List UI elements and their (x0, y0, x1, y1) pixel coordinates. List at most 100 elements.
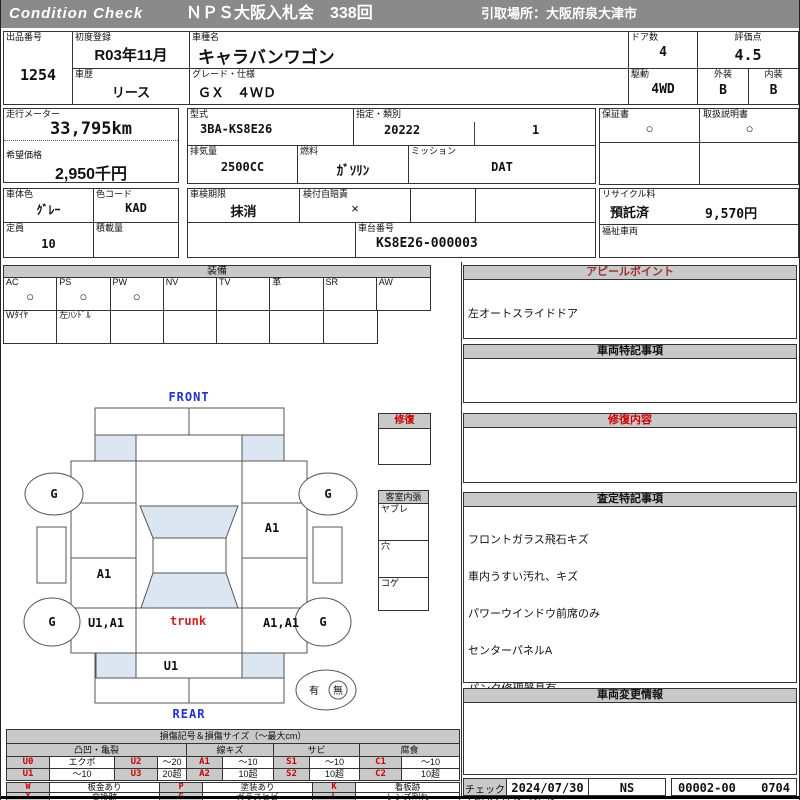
rear-label: REAR (173, 707, 206, 721)
score-value: 4.5 (734, 46, 762, 64)
equipment-header-row: AC ○ PS ○ PW ○ NV TV 革 SR AW (3, 277, 431, 311)
divider (474, 122, 475, 145)
bottom-frame-line (1, 796, 799, 799)
body-color-cell: 車体色 ｸﾞﾚｰ (3, 188, 94, 223)
equipment-cell (164, 310, 218, 343)
cabin-lining-cell: 穴 (379, 541, 428, 578)
vin-label: 車台番号 (358, 223, 395, 233)
check-date-cell: 2024/07/30 (506, 778, 589, 796)
left-taillight (95, 652, 137, 679)
drive-cell: 駆動 4WD (628, 68, 698, 105)
equipment-cell: PS ○ (57, 277, 111, 310)
legend-code: U0 (6, 756, 50, 769)
inspection-vin-block: 車検期限 抹消 検付自賠責 × 車台番号 KS8E26-000003 (187, 188, 596, 258)
legend-code: S2 (273, 768, 310, 781)
legend-code: C2 (359, 768, 402, 781)
transmission-label: ミッション (411, 146, 457, 156)
type-code-label: 型式 (190, 109, 209, 119)
legend-code: P (159, 782, 203, 793)
equipment-cell: Wﾀｲﾔ (4, 310, 58, 343)
equipment-cell (270, 310, 324, 343)
legend-title: 損傷記号＆損傷サイズ（～最大cm） (5, 729, 461, 744)
score-cell: 評価点 4.5 (697, 31, 799, 69)
legend-code: C1 (359, 756, 402, 769)
legend-text: エクボ (49, 756, 115, 769)
insurance-value: × (351, 201, 359, 216)
model-name-label: 車種名 (192, 32, 220, 42)
displacement-label: 排気量 (190, 146, 218, 156)
vin-value: KS8E26-000003 (376, 236, 478, 251)
legend-text: ～10 (309, 756, 360, 769)
cabin-lining-title: 客室内張 (379, 491, 428, 504)
fuel-cell: 燃料 ｶﾞｿﾘﾝ (297, 145, 409, 184)
lot-number-label: 出品番号 (6, 32, 43, 42)
equipment-cell (217, 310, 271, 343)
check-inspector-value: NS (619, 781, 635, 795)
class-value-1: 20222 (384, 123, 421, 137)
inspection-expiry-label: 車検期限 (190, 189, 227, 199)
legend-code: A1 (186, 756, 223, 769)
damage-code-right-front-door: A1 (265, 521, 279, 535)
cabin-lining-cell: コゲ (381, 578, 400, 588)
change-info-title: 車両変更情報 (464, 689, 796, 703)
fuel-label: 燃料 (300, 146, 319, 156)
transmission-cell: ミッション DAT (408, 145, 596, 184)
equipment-cell: AC ○ (4, 277, 58, 310)
pickup-location: 引取場所：大阪府泉大津市 (481, 6, 638, 21)
first-registration-cell: 初度登録 R03年11月 (72, 31, 190, 69)
body-color-value: ｸﾞﾚｰ (36, 203, 61, 217)
rear-window (140, 572, 239, 609)
color-code-label: 色コード (96, 189, 133, 199)
fuel-value: ｶﾞｿﾘﾝ (336, 163, 370, 178)
divider (600, 142, 798, 143)
repair-flag-panel: 修復 (378, 413, 431, 465)
check-code-2: 0704 (761, 781, 790, 795)
recycle-welfare-cell: リサイクル料 預託済 9,570円 福祉車両 (599, 188, 799, 258)
recycle-status-value: 預託済 (610, 205, 650, 220)
top-banner: Condition Check ＮＰＳ大阪入札会 338回 引取場所：大阪府泉大… (1, 0, 799, 28)
equipment-cell: 左ﾊﾝﾄﾞﾙ (57, 310, 111, 343)
score-label: 評価点 (734, 32, 762, 42)
load-capacity-cell: 積載量 (93, 222, 179, 258)
legend-code: U2 (114, 756, 158, 769)
equipment-cell: PW ○ (111, 277, 164, 310)
grade-label: グレード・仕様 (192, 69, 256, 79)
damage-code-left-rear-door: A1 (97, 567, 111, 581)
legend-text: ～10 (400, 756, 461, 769)
odometer-value: 33,795km (50, 119, 132, 139)
legend-text: 10超 (400, 768, 461, 781)
legend-text: ～10 (49, 768, 115, 781)
drive-label: 駆動 (631, 69, 650, 79)
change-info-panel: 車両変更情報 (463, 688, 797, 775)
legend-size-table: 損傷記号＆損傷サイズ（～最大cm） 凸凹・亀裂 線キズ サビ 腐食 U0 エクボ… (5, 729, 461, 781)
check-inspector-cell: NS (588, 778, 666, 796)
check-code-1: 00002-00 (678, 781, 736, 795)
right-step (312, 526, 343, 584)
displacement-value: 2500CC (220, 160, 265, 174)
legend-text: 看板跡 (355, 782, 460, 793)
doors-cell: ドア数 4 (628, 31, 698, 69)
divider (4, 140, 178, 141)
load-capacity-label: 積載量 (96, 223, 124, 233)
repair-content-title: 修復内容 (464, 414, 796, 428)
history-cell: 車歴 リース (72, 68, 190, 105)
damage-code-right-quarter: A1,A1 (263, 616, 299, 630)
cabin-lining-cell: ヤブレ (379, 504, 428, 541)
grade-value: ＧＸ ４ＷＤ (198, 85, 277, 100)
assessment-panel: 査定特記事項 フロントガラス飛石キズ 車内うすい汚れ、キズ パワーウインドウ前席… (463, 492, 797, 800)
front-label: FRONT (168, 390, 209, 404)
transmission-value: DAT (491, 160, 513, 174)
legend-text: ～10 (222, 756, 274, 769)
manual-label: 取扱説明書 (703, 109, 749, 119)
exterior-grade-cell: 外装 B (697, 68, 749, 105)
trunk-label: trunk (170, 614, 207, 628)
vehicle-notes-panel: 車両特記事項 (463, 344, 797, 403)
equipment-cell (111, 310, 164, 343)
model-name-value: キャラバンワゴン (198, 48, 335, 67)
first-registration-label: 初度登録 (75, 32, 112, 42)
legend-group: 線キズ (186, 743, 274, 757)
model-name-cell: 車種名 キャラバンワゴン (189, 31, 629, 69)
exterior-grade-label: 外装 (713, 69, 732, 79)
capacity-label: 定員 (6, 223, 25, 233)
legend-code: U3 (114, 768, 158, 781)
